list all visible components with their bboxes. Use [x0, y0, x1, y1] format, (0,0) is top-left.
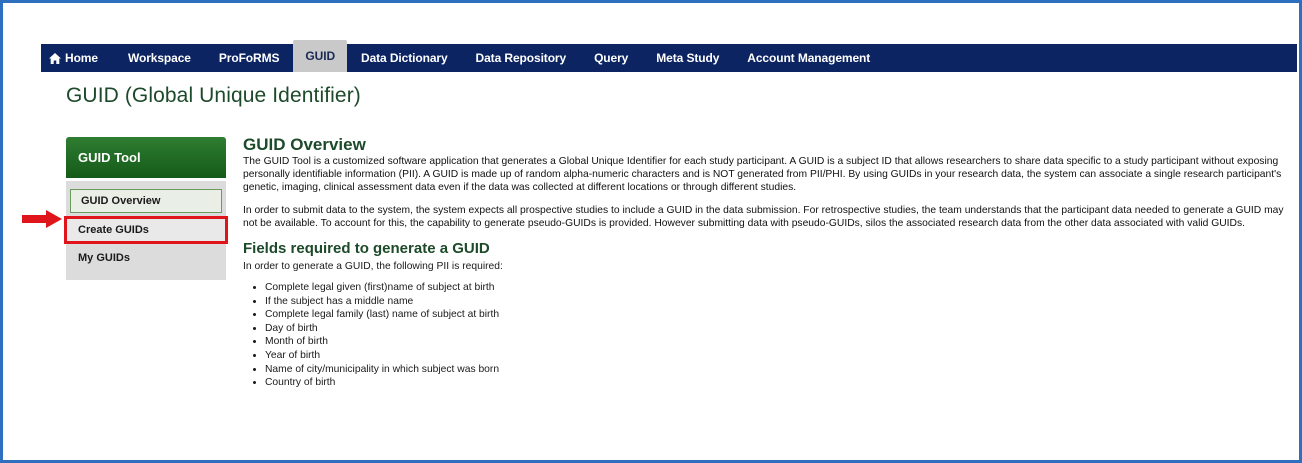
overview-paragraph-1: The GUID Tool is a customized software a… — [243, 156, 1282, 193]
list-item: Year of birth — [265, 349, 1293, 363]
main-content: GUID Overview The GUID Tool is a customi… — [243, 135, 1293, 390]
nav-data-repository[interactable]: Data Repository — [462, 44, 581, 72]
nav-guid[interactable]: GUID — [293, 40, 348, 72]
home-icon — [49, 52, 61, 64]
nav-proforms[interactable]: ProFoRMS — [205, 44, 294, 72]
list-item: Complete legal given (first)name of subj… — [265, 281, 1293, 295]
list-item: Name of city/municipality in which subje… — [265, 363, 1293, 377]
page-title: GUID (Global Unique Identifier) — [66, 84, 361, 107]
sidebar-menu: GUID Overview Create GUIDs My GUIDs — [64, 181, 228, 280]
list-item: Country of birth — [265, 376, 1293, 390]
overview-heading: GUID Overview — [243, 135, 366, 154]
sidebar-item-guid-overview[interactable]: GUID Overview — [70, 189, 222, 213]
nav-workspace[interactable]: Workspace — [114, 44, 205, 72]
nav-meta-study[interactable]: Meta Study — [642, 44, 733, 72]
sidebar-item-create-guids[interactable]: Create GUIDs — [64, 216, 228, 244]
nav-account-management[interactable]: Account Management — [733, 44, 884, 72]
nav-home[interactable]: Home — [41, 44, 114, 72]
guid-tool-sidebar: GUID Tool GUID Overview Create GUIDs My … — [64, 137, 228, 280]
list-item: Month of birth — [265, 335, 1293, 349]
nav-home-label: Home — [65, 51, 98, 65]
overview-paragraph-2: In order to submit data to the system, t… — [243, 205, 1284, 229]
list-item: Day of birth — [265, 322, 1293, 336]
list-item: Complete legal family (last) name of sub… — [265, 308, 1293, 322]
nav-data-dictionary[interactable]: Data Dictionary — [347, 44, 462, 72]
sidebar-item-my-guids[interactable]: My GUIDs — [70, 247, 222, 269]
sidebar-title: GUID Tool — [66, 137, 226, 178]
red-arrow-icon — [22, 210, 62, 228]
fields-heading: Fields required to generate a GUID — [243, 240, 490, 257]
required-fields-list: Complete legal given (first)name of subj… — [243, 281, 1293, 390]
fields-intro: In order to generate a GUID, the followi… — [243, 261, 503, 272]
nav-query[interactable]: Query — [580, 44, 642, 72]
list-item: If the subject has a middle name — [265, 295, 1293, 309]
top-navigation-bar: Home Workspace ProFoRMS GUID Data Dictio… — [41, 40, 1297, 72]
